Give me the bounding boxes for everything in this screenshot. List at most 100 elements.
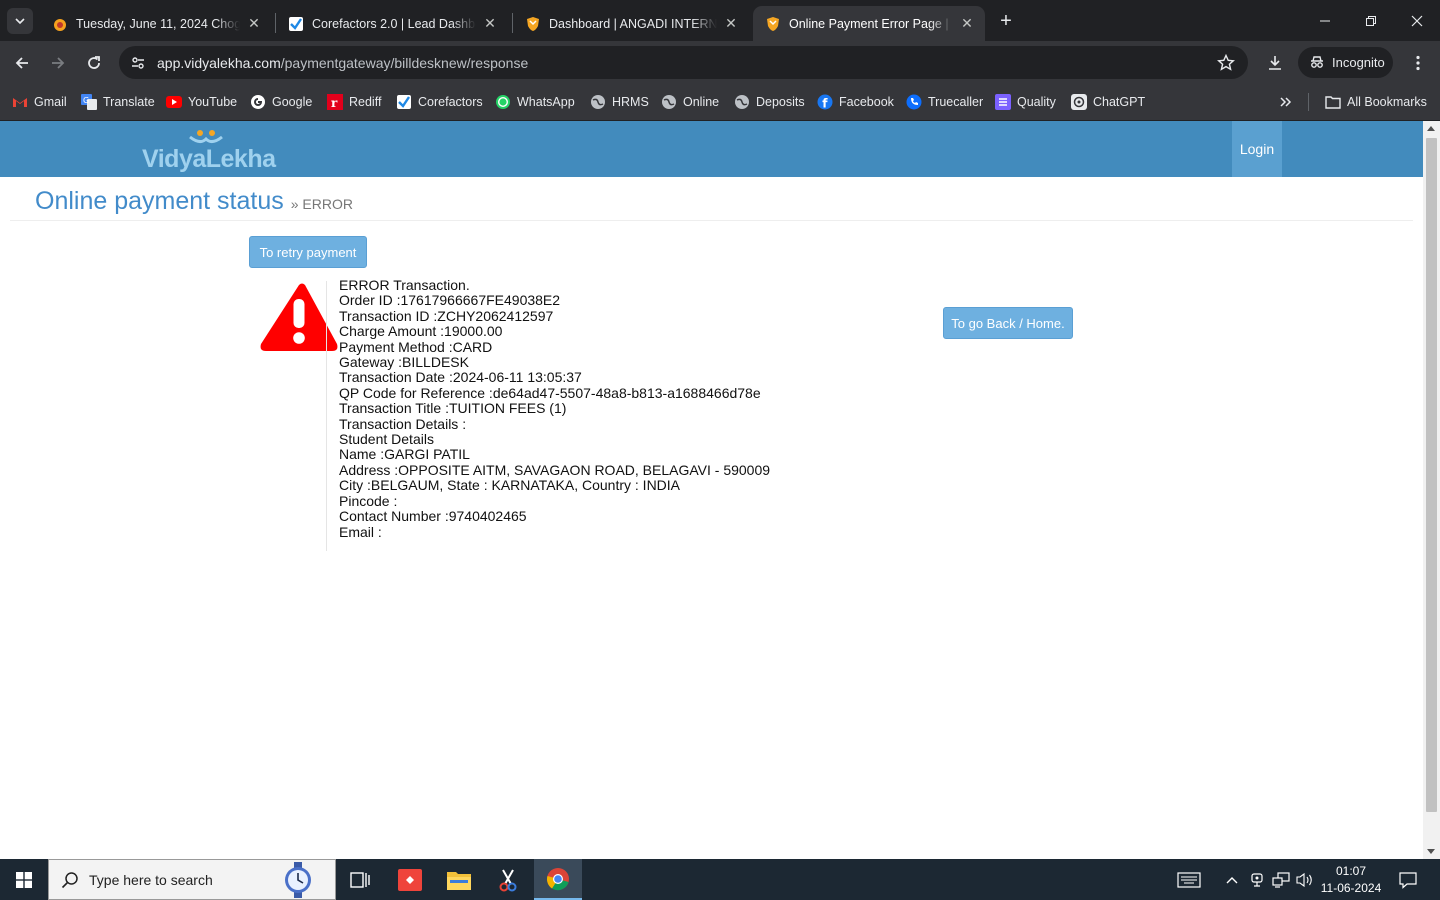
detail-status: ERROR Transaction. (339, 277, 470, 293)
scrollbar-thumb[interactable] (1426, 138, 1437, 812)
bookmark-quality[interactable]: Quality (995, 91, 1056, 113)
close-icon[interactable]: ✕ (246, 15, 262, 32)
scroll-up-arrow-icon[interactable] (1427, 126, 1435, 131)
taskbar-search-box[interactable]: Type here to search (48, 859, 336, 900)
browser-menu-button[interactable] (1404, 49, 1432, 77)
svg-text:f: f (822, 97, 828, 111)
globe-icon (661, 94, 677, 110)
bookmark-youtube[interactable]: YouTube (166, 91, 237, 113)
details-divider (326, 281, 327, 551)
bookmark-corefactors[interactable]: Corefactors (396, 91, 483, 113)
tab-choghadiya[interactable]: Tuesday, June 11, 2024 Choghadiya ✕ (40, 6, 272, 41)
webcam-icon (1251, 872, 1263, 887)
tab-corefactors[interactable]: Corefactors 2.0 | Lead Dashboard ✕ (276, 6, 508, 41)
tray-network-button[interactable] (1270, 859, 1292, 900)
google-icon (250, 94, 266, 110)
bookmark-online[interactable]: Online (661, 91, 719, 113)
taskbar-app-file-explorer[interactable] (435, 859, 483, 900)
bookmark-google[interactable]: Google (250, 91, 312, 113)
bookmarks-bar: Gmail G Translate YouTube Google r Redif… (0, 83, 1440, 121)
tab-title: Corefactors 2.0 | Lead Dashboard (312, 16, 476, 31)
detail-gateway: Gateway :BILLDESK (339, 354, 469, 371)
back-button[interactable] (8, 49, 36, 77)
detail-address: Address :OPPOSITE AITM, SAVAGAON ROAD, B… (339, 461, 771, 478)
incognito-label: Incognito (1332, 55, 1385, 70)
page-scrollbar[interactable] (1423, 121, 1440, 859)
chrome-icon (546, 867, 569, 890)
bookmark-deposits[interactable]: Deposits (734, 91, 805, 113)
chevron-double-right-icon (1280, 97, 1292, 107)
login-button[interactable]: Login (1232, 121, 1282, 177)
site-settings-icon[interactable] (129, 54, 146, 71)
reload-button[interactable] (80, 49, 108, 77)
detail-name: Name :GARGI PATIL (339, 446, 470, 463)
detail-contact: Contact Number :9740402465 (339, 508, 527, 525)
page-status-text: » ERROR (290, 196, 353, 212)
restore-button[interactable] (1348, 0, 1394, 41)
bookmark-whatsapp[interactable]: WhatsApp (495, 91, 575, 113)
list-icon (995, 94, 1011, 110)
detail-transaction-id: Transaction ID :ZCHY2062412597 (339, 307, 554, 324)
reload-icon (88, 56, 100, 69)
bookmark-gmail[interactable]: Gmail (12, 91, 67, 113)
incognito-badge[interactable]: Incognito (1298, 47, 1393, 78)
bookmarks-overflow-button[interactable] (1278, 91, 1292, 113)
tab-title: Tuesday, June 11, 2024 Choghadiya (76, 16, 240, 31)
folder-icon (1325, 94, 1341, 110)
globe-icon (734, 94, 750, 110)
notifications-button[interactable] (1392, 859, 1424, 900)
detail-transaction-details: Transaction Details : (339, 415, 467, 432)
retry-payment-button[interactable]: To retry payment (249, 236, 367, 268)
bookmark-facebook[interactable]: f Facebook (817, 91, 894, 113)
address-bar[interactable]: app.vidyalekha.com/paymentgateway/billde… (119, 46, 1248, 79)
downloads-button[interactable] (1261, 49, 1289, 77)
arrow-left-icon (15, 57, 28, 69)
transaction-details: ERROR Transaction. Order ID :17617966667… (339, 277, 771, 540)
close-icon[interactable]: ✕ (482, 15, 498, 32)
taskbar-clock[interactable]: 01:07 11-06-2024 (1316, 863, 1386, 897)
search-placeholder: Type here to search (89, 872, 213, 888)
taskbar-app-anydesk[interactable] (386, 859, 434, 900)
browser-toolbar: app.vidyalekha.com/paymentgateway/billde… (0, 41, 1440, 83)
taskbar-app-chrome[interactable] (534, 859, 582, 900)
close-icon[interactable]: ✕ (959, 15, 975, 32)
detail-city: City :BELGAUM, State : KARNATAKA, Countr… (339, 477, 681, 494)
tab-payment-error[interactable]: Online Payment Error Page | ✕ (753, 6, 985, 41)
bookmark-chatgpt[interactable]: ChatGPT (1071, 91, 1145, 113)
start-button[interactable] (0, 859, 48, 900)
phone-icon (906, 94, 922, 110)
task-view-button[interactable] (336, 859, 384, 900)
minimize-button[interactable] (1302, 0, 1348, 41)
vidyalekha-logo[interactable]: VidyaLekha (142, 129, 276, 173)
forward-button[interactable] (44, 49, 72, 77)
close-icon[interactable]: ✕ (723, 15, 739, 32)
bookmark-truecaller[interactable]: Truecaller (906, 91, 983, 113)
bookmark-rediff[interactable]: r Rediff (327, 91, 381, 113)
facebook-icon: f (817, 94, 833, 110)
title-divider (10, 220, 1413, 221)
detail-qp-code: QP Code for Reference :de64ad47-5507-48a… (339, 384, 761, 401)
restore-icon (1366, 15, 1376, 26)
tab-angadi-dashboard[interactable]: Dashboard | ANGADI INTERNATIONAL ✕ (513, 6, 749, 41)
tray-input-indicator[interactable] (1172, 859, 1206, 900)
scissors-icon (499, 869, 517, 891)
tray-overflow-button[interactable] (1222, 859, 1242, 900)
page-title-text: Online payment status (35, 187, 284, 215)
search-icon (61, 871, 79, 894)
bookmark-star-icon[interactable] (1216, 53, 1236, 73)
clock-time: 01:07 (1335, 864, 1367, 878)
tray-meet-button[interactable] (1247, 859, 1267, 900)
bookmark-translate[interactable]: G Translate (81, 91, 155, 113)
folder-icon (447, 871, 471, 890)
all-bookmarks-button[interactable]: All Bookmarks (1325, 91, 1427, 113)
arrow-right-icon (52, 57, 65, 69)
scroll-down-arrow-icon[interactable] (1427, 849, 1435, 854)
taskbar-app-snipping[interactable] (484, 859, 532, 900)
close-window-button[interactable] (1394, 0, 1440, 41)
tray-volume-button[interactable] (1294, 859, 1316, 900)
bookmark-hrms[interactable]: HRMS (590, 91, 649, 113)
back-home-button[interactable]: To go Back / Home. (943, 307, 1073, 339)
url-host: app.vidyalekha.com (157, 55, 281, 71)
tab-search-button[interactable] (7, 8, 33, 34)
new-tab-button[interactable]: + (994, 9, 1018, 33)
